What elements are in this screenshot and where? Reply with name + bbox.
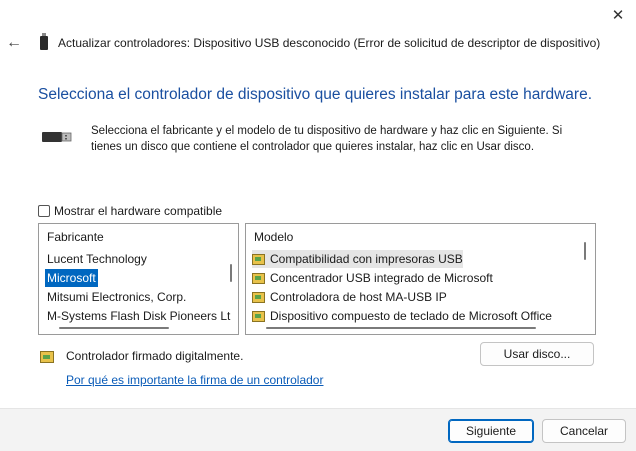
manufacturer-list[interactable]: Fabricante Lucent Technology Microsoft M… xyxy=(38,223,239,335)
model-item-label: Concentrador USB integrado de Microsoft xyxy=(270,271,493,285)
model-vertical-scrollbar[interactable] xyxy=(584,242,586,260)
model-item-label: Compatibilidad con impresoras USB xyxy=(270,252,463,266)
manufacturer-item-selected[interactable]: Microsoft xyxy=(45,269,98,287)
driver-icon xyxy=(252,253,265,265)
page-heading: Selecciona el controlador de dispositivo… xyxy=(38,86,593,103)
model-list-header: Modelo xyxy=(254,230,294,244)
manufacturer-item[interactable]: Lucent Technology xyxy=(47,250,147,268)
manufacturer-vertical-scrollbar[interactable] xyxy=(230,264,232,282)
signed-status-text: Controlador firmado digitalmente. xyxy=(66,349,244,363)
driver-icon xyxy=(252,272,265,284)
driver-icon xyxy=(252,310,265,322)
model-item[interactable]: Concentrador USB integrado de Microsoft xyxy=(252,269,493,287)
model-horizontal-scrollbar[interactable] xyxy=(266,327,536,329)
footer-bar xyxy=(0,408,636,451)
manufacturer-item[interactable]: M-Systems Flash Disk Pioneers Lt xyxy=(47,307,230,325)
model-item[interactable]: Controladora de host MA-USB IP xyxy=(252,288,447,306)
manufacturer-item[interactable]: Mitsumi Electronics, Corp. xyxy=(47,288,186,306)
compatible-hardware-checkbox[interactable] xyxy=(38,205,50,217)
signed-driver-icon xyxy=(40,351,54,363)
back-arrow-icon[interactable]: ← xyxy=(6,34,24,52)
model-list[interactable]: Modelo Compatibilidad con impresoras USB… xyxy=(245,223,596,335)
have-disk-button[interactable]: Usar disco... xyxy=(480,342,594,366)
next-button[interactable]: Siguiente xyxy=(448,419,534,443)
cancel-button[interactable]: Cancelar xyxy=(542,419,626,443)
model-item-label: Controladora de host MA-USB IP xyxy=(270,290,447,304)
window-title: Actualizar controladores: Dispositivo US… xyxy=(58,36,601,50)
compatible-hardware-label: Mostrar el hardware compatible xyxy=(54,204,223,218)
driver-icon xyxy=(252,291,265,303)
driver-signing-link[interactable]: Por qué es importante la firma de un con… xyxy=(66,373,323,387)
usb-device-icon xyxy=(40,33,48,50)
instructions-text: Selecciona el fabricante y el modelo de … xyxy=(91,125,563,153)
manufacturer-horizontal-scrollbar[interactable] xyxy=(59,327,169,329)
model-item-label: Dispositivo compuesto de teclado de Micr… xyxy=(270,309,552,323)
usb-plug-icon xyxy=(42,132,72,142)
close-icon[interactable]: ✕ xyxy=(600,0,636,30)
model-item[interactable]: Dispositivo compuesto de teclado de Micr… xyxy=(252,307,552,325)
manufacturer-list-header: Fabricante xyxy=(47,230,104,244)
model-item-selected[interactable]: Compatibilidad con impresoras USB xyxy=(252,250,463,268)
compatible-hardware-checkbox-row[interactable]: Mostrar el hardware compatible xyxy=(38,204,222,218)
